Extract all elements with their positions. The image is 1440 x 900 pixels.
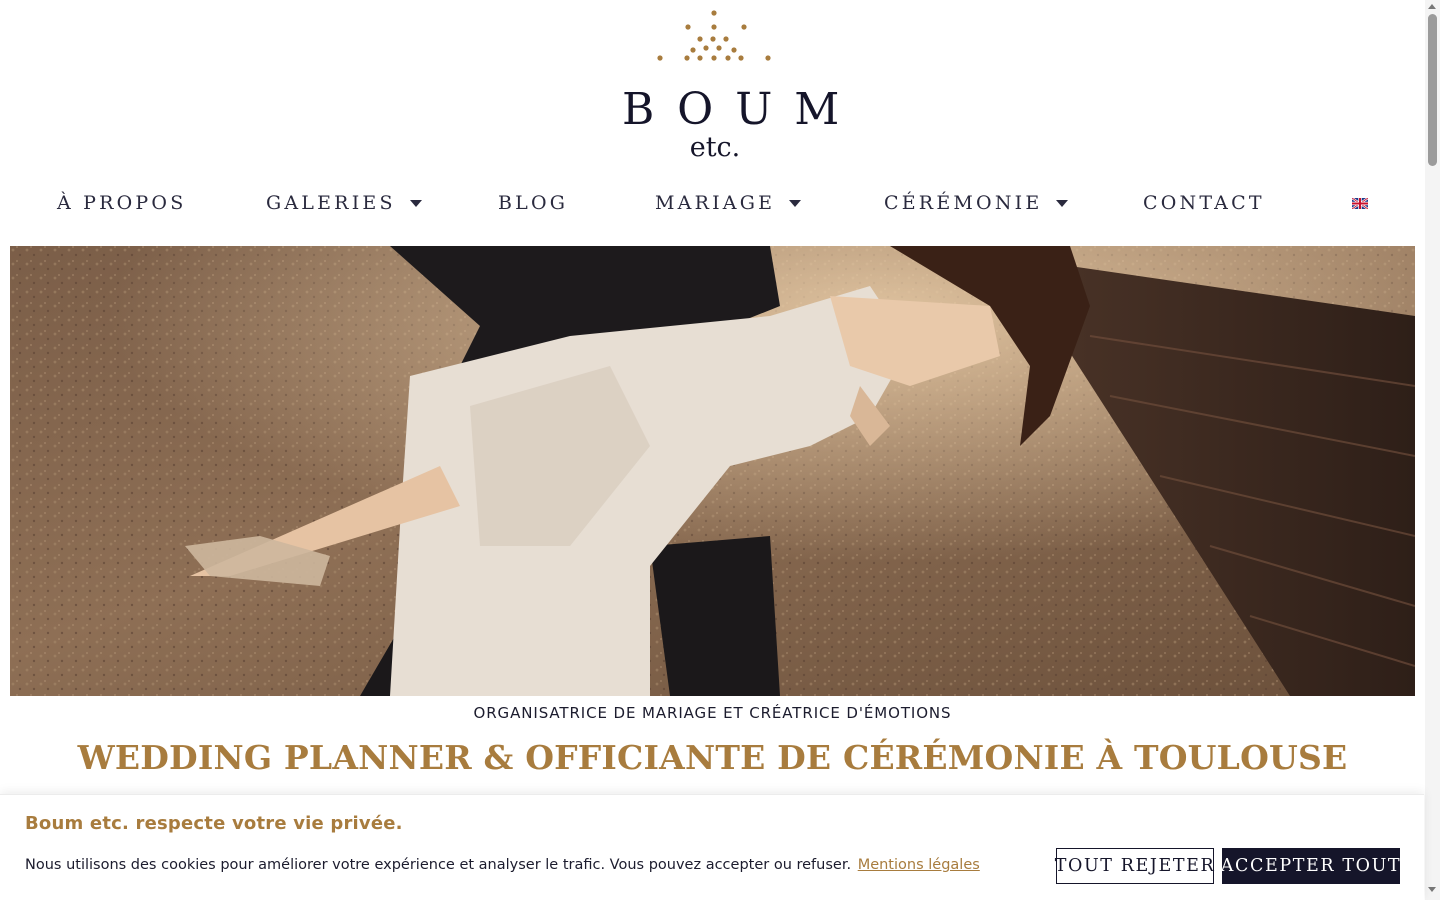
scroll-thumb[interactable] [1428,14,1437,166]
hero-image [10,246,1415,696]
nav-item-label: MARIAGE [655,192,776,214]
wedding-couple-photo [10,246,1415,696]
logo-wordmark: BOUM [622,84,862,135]
nav-item-label: CONTACT [1143,192,1265,214]
nav-item-ceremonie[interactable]: CÉRÉMONIE [884,182,1069,224]
site-logo[interactable]: BOUM etc. [600,6,862,170]
logo-dots-icon [657,10,771,61]
cookie-banner: Boum etc. respecte votre vie privée. Nou… [0,794,1424,900]
nav-item-mariage[interactable]: MARIAGE [655,182,802,224]
logo-suffix: etc. [689,132,741,163]
caret-down-icon [409,199,422,207]
scroll-down-icon[interactable] [1428,887,1436,892]
reject-all-button[interactable]: TOUT REJETER [1055,848,1214,884]
legal-notice-link[interactable]: Mentions légales [858,857,980,873]
cookie-message: Nous utilisons des cookies pour améliore… [25,857,980,873]
page-scrollbar[interactable] [1425,0,1440,900]
hero-tagline: ORGANISATRICE DE MARIAGE ET CRÉATRICE D'… [473,704,952,722]
nav-item-blog[interactable]: BLOG [498,182,568,224]
cookie-text: Nous utilisons des cookies pour améliore… [25,857,852,873]
scroll-up-icon[interactable] [1428,4,1436,9]
nav-item-label: GALERIES [266,192,396,214]
nav-item-label: CÉRÉMONIE [884,192,1043,214]
caret-down-icon [789,199,802,207]
nav-item-label: À PROPOS [57,192,187,214]
caret-down-icon [1056,199,1069,207]
cookie-title: Boum etc. respecte votre vie privée. [25,813,403,834]
page-headline: WEDDING PLANNER & OFFICIANTE DE CÉRÉMONI… [77,738,1348,777]
main-nav: À PROPOS GALERIES BLOG MARIAGE CÉRÉMONIE… [0,182,1420,224]
nav-item-galeries[interactable]: GALERIES [266,182,422,224]
accept-all-button[interactable]: ACCEPTER TOUT [1221,848,1400,884]
uk-flag-icon[interactable] [1352,198,1368,209]
nav-item-a-propos[interactable]: À PROPOS [57,182,186,224]
nav-item-label: BLOG [498,192,569,214]
nav-item-contact[interactable]: CONTACT [1143,182,1265,224]
